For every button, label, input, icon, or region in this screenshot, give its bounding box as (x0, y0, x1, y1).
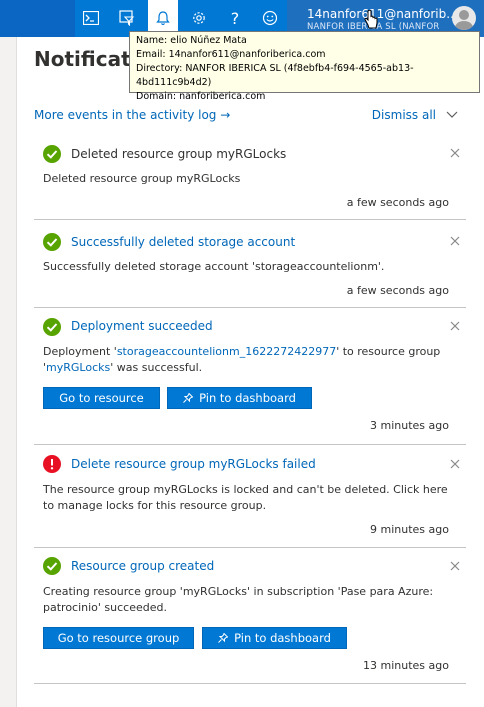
notification-body[interactable]: The resource group myRGLocks is locked a… (43, 482, 453, 514)
feedback-smiley-icon[interactable] (255, 6, 285, 30)
settings-gear-icon[interactable] (184, 6, 214, 30)
notification-item: Deployment succeeded Deployment 'storage… (34, 308, 466, 445)
close-icon[interactable] (450, 556, 462, 571)
notification-time: a few seconds ago (346, 284, 449, 297)
pin-icon (218, 633, 229, 643)
notification-item: Delete resource group myRGLocks failed T… (34, 445, 466, 548)
tooltip-domain: Domain: nanforiberica.com (136, 91, 266, 102)
body-text: ' was successful. (110, 361, 203, 374)
help-question-icon[interactable]: ? (220, 6, 250, 30)
success-check-icon (43, 557, 61, 575)
notification-time: 13 minutes ago (363, 659, 449, 672)
help-glyph: ? (230, 8, 240, 28)
notification-time: a few seconds ago (346, 196, 449, 209)
tooltip-directory: Directory: NANFOR IBERICA SL (4f8ebfb4-f… (136, 63, 414, 88)
pin-icon (183, 393, 194, 403)
deployment-link[interactable]: storageaccountelionm_1622272422977 (117, 345, 336, 358)
notifications-panel: Notificatio More events in the activity … (17, 37, 484, 707)
error-icon (43, 455, 61, 473)
button-label: Go to resource (59, 391, 144, 405)
notification-item: Successfully deleted storage account Suc… (34, 220, 466, 308)
notification-body: Successfully deleted storage account 'st… (43, 260, 385, 273)
button-label: Pin to dashboard (199, 391, 296, 405)
notification-item: Deleted resource group myRGLocks Deleted… (34, 132, 466, 220)
dismiss-all-label: Dismiss all (371, 108, 436, 122)
notification-title: Deleted resource group myRGLocks (71, 147, 287, 161)
button-label: Go to resource group (57, 631, 180, 645)
background-page (0, 37, 17, 707)
cloud-shell-icon[interactable] (76, 6, 106, 30)
success-check-icon (43, 233, 61, 251)
close-icon[interactable] (450, 454, 462, 469)
notification-body: Deleted resource group myRGLocks (43, 172, 241, 185)
dismiss-all-button[interactable]: Dismiss all (372, 108, 458, 122)
close-icon[interactable] (450, 316, 462, 331)
success-check-icon (43, 145, 61, 163)
tooltip-name: Name: elio Núñez Mata (136, 35, 247, 46)
activity-log-link[interactable]: More events in the activity log → (34, 108, 230, 122)
portal-brand-area (0, 0, 75, 37)
success-check-icon (43, 318, 61, 336)
user-name: 14nanfor611@nanforib... (307, 7, 458, 21)
account-tooltip: Name: elio Núñez Mata Email: 14nanfor611… (129, 31, 480, 102)
pin-to-dashboard-button[interactable]: Pin to dashboard (202, 627, 347, 649)
resource-group-link[interactable]: myRGLocks (46, 361, 110, 374)
notification-body: Creating resource group 'myRGLocks' in s… (43, 585, 434, 614)
close-icon[interactable] (450, 143, 462, 158)
avatar[interactable] (452, 6, 476, 30)
body-text: Deployment ' (43, 345, 117, 358)
go-to-resource-group-button[interactable]: Go to resource group (43, 627, 194, 649)
directory-filter-icon[interactable] (112, 6, 142, 30)
chevron-down-icon (446, 111, 458, 118)
tooltip-email: Email: 14nanfor611@nanforiberica.com (136, 49, 326, 60)
notification-body: Deployment 'storageaccountelionm_1622272… (43, 344, 453, 376)
notification-title[interactable]: Delete resource group myRGLocks failed (71, 457, 316, 471)
notification-item: Resource group created Creating resource… (34, 548, 466, 684)
pin-to-dashboard-button[interactable]: Pin to dashboard (167, 387, 312, 409)
hand-cursor-icon (364, 9, 378, 30)
go-to-resource-button[interactable]: Go to resource (43, 387, 160, 409)
notification-time: 9 minutes ago (370, 523, 449, 536)
notification-time: 3 minutes ago (370, 419, 449, 432)
notification-title[interactable]: Resource group created (71, 559, 214, 573)
close-icon[interactable] (450, 231, 462, 246)
notification-title[interactable]: Deployment succeeded (71, 319, 213, 333)
button-label: Pin to dashboard (234, 631, 331, 645)
notification-title[interactable]: Successfully deleted storage account (71, 235, 295, 249)
